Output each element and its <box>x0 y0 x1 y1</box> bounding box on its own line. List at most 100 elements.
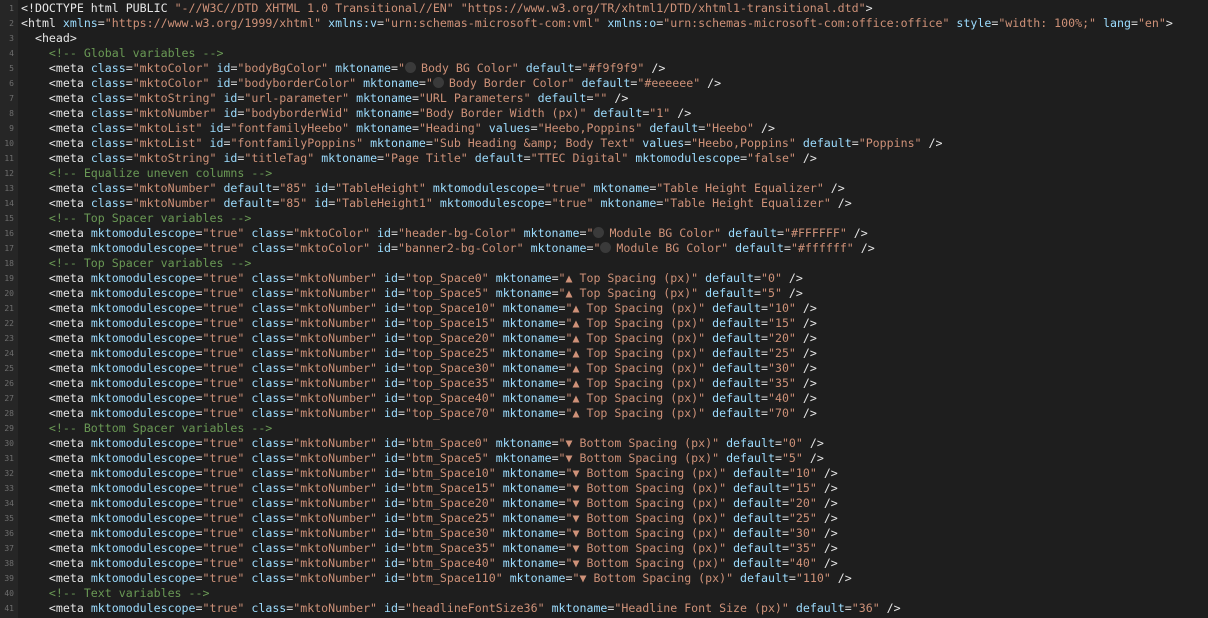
code-equals-token: = <box>195 481 203 495</box>
code-tag-token: <meta <box>48 376 91 390</box>
code-line[interactable]: 33 <meta mktomodulescope="true" class="m… <box>0 481 1208 496</box>
code-tag-token: /> <box>795 331 817 345</box>
code-equals-token: = <box>195 571 203 585</box>
code-line[interactable]: 28 <meta mktomodulescope="true" class="m… <box>0 406 1208 421</box>
code-lines[interactable]: 1 <!DOCTYPE html PUBLIC "-//W3C//DTD XHTM… <box>0 1 1208 616</box>
code-attribute-token: class <box>90 61 126 75</box>
code-string-token: "mktoNumber" <box>293 571 378 585</box>
code-line[interactable]: 2 <html xmlns="https://www.w3.org/1999/xh… <box>0 16 1208 31</box>
code-line[interactable]: 17 <meta mktomodulescope="true" class="m… <box>0 241 1208 256</box>
code-line[interactable]: 32 <meta mktomodulescope="true" class="m… <box>0 466 1208 481</box>
code-equals-token: = <box>397 541 405 555</box>
code-line[interactable]: 6 <meta class="mktoColor" id="bodyborder… <box>0 76 1208 91</box>
code-line[interactable]: 20 <meta mktomodulescope="true" class="m… <box>0 286 1208 301</box>
code-line[interactable]: 3 <head> <box>0 31 1208 46</box>
code-equals-token: = <box>551 286 559 300</box>
code-line[interactable]: 27 <meta mktomodulescope="true" class="m… <box>0 391 1208 406</box>
code-attribute-token: mktoname <box>502 331 559 345</box>
code-line[interactable]: 7 <meta class="mktoString" id="url-param… <box>0 91 1208 106</box>
code-tag-token: <meta <box>48 481 91 495</box>
code-string-token: "30" <box>767 361 796 375</box>
code-line[interactable]: 23 <meta mktomodulescope="true" class="m… <box>0 331 1208 346</box>
code-tag-token <box>377 541 384 555</box>
code-tag-token: <meta <box>48 121 91 135</box>
code-line[interactable]: 38 <meta mktomodulescope="true" class="m… <box>0 556 1208 571</box>
code-string-token: "Heebo,Poppins" <box>537 121 643 135</box>
code-line[interactable]: 8 <meta class="mktoNumber" id="bodyborde… <box>0 106 1208 121</box>
code-editor[interactable]: 1 <!DOCTYPE html PUBLIC "-//W3C//DTD XHTM… <box>0 0 1208 618</box>
code-string-token: "true" <box>202 541 245 555</box>
code-line[interactable]: 22 <meta mktomodulescope="true" class="m… <box>0 316 1208 331</box>
code-line[interactable]: 18 <!-- Top Spacer variables --> <box>0 256 1208 271</box>
code-string-token: "Sub Heading &amp; Body Text" <box>432 136 636 150</box>
code-line[interactable]: 5 <meta class="mktoColor" id="bodyBgColo… <box>0 61 1208 76</box>
code-tag-token: <meta <box>48 151 91 165</box>
code-line[interactable]: 26 <meta mktomodulescope="true" class="m… <box>0 376 1208 391</box>
code-line[interactable]: 11 <meta class="mktoString" id="titleTag… <box>0 151 1208 166</box>
code-equals-token: = <box>125 196 133 210</box>
line-number: 12 <box>4 169 14 178</box>
code-line[interactable]: 4 <!-- Global variables --> <box>0 46 1208 61</box>
code-attribute-token: default <box>649 121 699 135</box>
code-equals-token: = <box>377 151 385 165</box>
code-equals-token: = <box>397 526 405 540</box>
code-equals-token: = <box>761 316 768 330</box>
code-attribute-token: mktoname <box>502 466 559 480</box>
code-line[interactable]: 14 <meta class="mktoNumber" default="85"… <box>0 196 1208 211</box>
code-tag-token: > <box>1165 16 1173 30</box>
code-line[interactable]: 40 <!-- Text variables --> <box>0 586 1208 601</box>
code-line[interactable]: 24 <meta mktomodulescope="true" class="m… <box>0 346 1208 361</box>
code-string-token: "▼ Bottom Spacing (px)" <box>565 481 727 495</box>
code-line[interactable]: 35 <meta mktomodulescope="true" class="m… <box>0 511 1208 526</box>
code-tag-token: /> <box>830 196 852 210</box>
code-line[interactable]: 12 <!-- Equalize uneven columns --> <box>0 166 1208 181</box>
code-line[interactable]: 25 <meta mktomodulescope="true" class="m… <box>0 361 1208 376</box>
code-tag-token <box>377 376 384 390</box>
code-equals-token: = <box>97 16 105 30</box>
code-tag-token <box>496 376 503 390</box>
code-line[interactable]: 37 <meta mktomodulescope="true" class="m… <box>0 541 1208 556</box>
code-tag-token <box>726 541 733 555</box>
code-line[interactable]: 30 <meta mktomodulescope="true" class="m… <box>0 436 1208 451</box>
code-line[interactable]: 21 <meta mktomodulescope="true" class="m… <box>0 301 1208 316</box>
code-tag-token <box>531 91 538 105</box>
code-equals-token: = <box>125 91 133 105</box>
code-string-token: "15" <box>788 481 817 495</box>
code-string-token: "10" <box>788 466 817 480</box>
code-tag-token: /> <box>754 121 775 135</box>
code-line[interactable]: 39 <meta mktomodulescope="true" class="m… <box>0 571 1208 586</box>
code-line[interactable]: 16 <meta mktomodulescope="true" class="m… <box>0 226 1208 241</box>
code-tag-token <box>726 526 733 540</box>
code-equals-token: = <box>761 331 768 345</box>
code-string-token: "true" <box>202 226 245 240</box>
code-line[interactable]: 9 <meta class="mktoList" id="fontfamilyH… <box>0 121 1208 136</box>
code-line[interactable]: 10 <meta class="mktoList" id="fontfamily… <box>0 136 1208 151</box>
code-line[interactable]: 19 <meta mktomodulescope="true" class="m… <box>0 271 1208 286</box>
code-string-token: "▼ Bottom Spacing (px)" <box>558 436 720 450</box>
code-attribute-token: mktomodulescope <box>90 511 196 525</box>
code-string-token: "https://www.w3.org/1999/xhtml" <box>104 16 322 30</box>
code-equals-token: = <box>781 556 789 570</box>
code-tag-token: /> <box>802 436 824 450</box>
code-line[interactable]: 31 <meta mktomodulescope="true" class="m… <box>0 451 1208 466</box>
code-line[interactable]: 15 <!-- Top Spacer variables --> <box>0 211 1208 226</box>
code-line[interactable]: 1 <!DOCTYPE html PUBLIC "-//W3C//DTD XHTM… <box>0 1 1208 16</box>
code-attribute-token: default <box>712 301 761 315</box>
code-string-token: "▼ Bottom Spacing (px)" <box>565 526 727 540</box>
line-number: 18 <box>4 259 14 268</box>
code-string-token: "true" <box>202 496 245 510</box>
code-attribute-token: id <box>384 526 398 540</box>
code-string-token: Module BG Color" <box>609 226 722 240</box>
code-equals-token: = <box>530 121 538 135</box>
code-line[interactable]: 41 <meta mktomodulescope="true" class="m… <box>0 601 1208 616</box>
code-line[interactable]: 36 <meta mktomodulescope="true" class="m… <box>0 526 1208 541</box>
code-attribute-token: default <box>740 571 789 585</box>
code-line[interactable]: 34 <meta mktomodulescope="true" class="m… <box>0 496 1208 511</box>
code-line[interactable]: 29 <!-- Bottom Spacer variables --> <box>0 421 1208 436</box>
code-tag-token: > <box>865 1 873 15</box>
code-line[interactable]: 13 <meta class="mktoNumber" default="85"… <box>0 181 1208 196</box>
